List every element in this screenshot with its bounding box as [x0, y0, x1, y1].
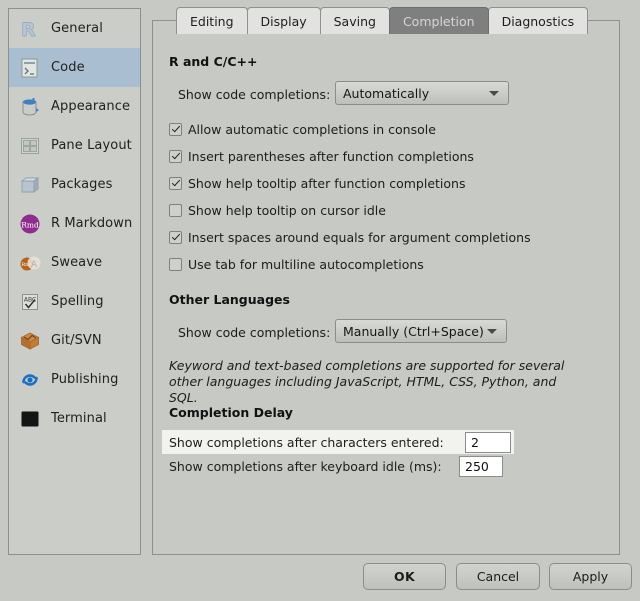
settings-tabstrip[interactable]: Editing Display Saving Completion Diagno… [176, 6, 589, 34]
other-languages-completions-label: Show code completions: [178, 325, 331, 340]
sweave-pdf-icon: Rnw A [18, 251, 42, 275]
paint-bucket-icon [18, 95, 42, 119]
tab-completion[interactable]: Completion [388, 7, 489, 34]
svg-text:Rmd: Rmd [21, 220, 39, 229]
tab-diagnostics[interactable]: Diagnostics [487, 7, 589, 34]
sidebar-item-label: Terminal [51, 411, 107, 426]
sidebar-item-label: Publishing [51, 372, 119, 387]
checkbox-label: Insert parentheses after function comple… [188, 149, 474, 164]
sidebar-item-label: Spelling [51, 294, 104, 309]
section-heading-other-languages: Other Languages [169, 292, 290, 307]
delay-chars-input[interactable] [465, 432, 511, 453]
preferences-content-panel: R and C/C++ Show code completions: Autom… [152, 20, 620, 555]
sidebar-item-label: General [51, 21, 103, 36]
sidebar-item-label: Packages [51, 177, 113, 192]
delay-idle-label: Show completions after keyboard idle (ms… [169, 459, 442, 474]
other-languages-completions-value: Manually (Ctrl+Space) [343, 323, 484, 339]
sidebar-item-code[interactable]: Code [9, 48, 140, 87]
section-heading-completion-delay: Completion Delay [169, 405, 293, 420]
checkbox-allow-automatic-completions-console[interactable]: Allow automatic completions in console [169, 122, 436, 137]
sidebar-item-appearance[interactable]: Appearance [9, 87, 140, 126]
checkbox-use-tab-multiline[interactable]: Use tab for multiline autocompletions [169, 257, 424, 272]
chevron-down-icon [489, 91, 499, 96]
cancel-button[interactable]: Cancel [456, 563, 540, 590]
checkbox-label: Allow automatic completions in console [188, 122, 436, 137]
dialog-footer: OK Cancel Apply [0, 563, 640, 601]
r-cpp-completions-label: Show code completions: [178, 87, 331, 102]
chevron-down-icon [487, 329, 497, 334]
checkbox-box[interactable] [169, 258, 182, 271]
svg-text:R: R [21, 19, 36, 41]
checkbox-box[interactable] [169, 204, 182, 217]
publishing-arrows-icon [18, 368, 42, 392]
svg-text:A: A [31, 260, 38, 270]
sidebar-item-label: Sweave [51, 255, 103, 270]
r-cpp-completions-select[interactable]: Automatically [335, 81, 509, 105]
tab-saving[interactable]: Saving [319, 7, 390, 34]
sidebar-item-terminal[interactable]: Terminal [9, 399, 140, 438]
sidebar-item-general[interactable]: R General [9, 9, 140, 48]
abc-check-icon: ABC [18, 290, 42, 314]
sidebar-item-pane-layout[interactable]: Pane Layout [9, 126, 140, 165]
code-document-icon [18, 56, 42, 80]
checkbox-help-tooltip-cursor-idle[interactable]: Show help tooltip on cursor idle [169, 203, 386, 218]
ok-button[interactable]: OK [363, 563, 446, 590]
package-box-icon [18, 173, 42, 197]
section-heading-r-cpp: R and C/C++ [169, 54, 258, 69]
checkbox-box[interactable] [169, 123, 182, 136]
sidebar-item-publishing[interactable]: Publishing [9, 360, 140, 399]
grid-panes-icon [18, 134, 42, 158]
sidebar-item-spelling[interactable]: ABC Spelling [9, 282, 140, 321]
other-languages-completions-select[interactable]: Manually (Ctrl+Space) [335, 319, 507, 343]
checkbox-insert-spaces-around-equals[interactable]: Insert spaces around equals for argument… [169, 230, 531, 245]
sidebar-item-label: Git/SVN [51, 333, 102, 348]
checkbox-box[interactable] [169, 150, 182, 163]
apply-button[interactable]: Apply [549, 563, 632, 590]
checkbox-box[interactable] [169, 231, 182, 244]
checkbox-box[interactable] [169, 177, 182, 190]
sidebar-item-label: Pane Layout [51, 138, 132, 153]
delay-idle-input[interactable] [459, 456, 503, 477]
checkbox-help-tooltip-after-function[interactable]: Show help tooltip after function complet… [169, 176, 465, 191]
other-languages-help-text: Keyword and text-based completions are s… [169, 358, 565, 405]
tab-editing[interactable]: Editing [176, 7, 248, 34]
checkbox-label: Show help tooltip on cursor idle [188, 203, 386, 218]
delay-chars-label: Show completions after characters entere… [169, 435, 444, 450]
r-cpp-completions-value: Automatically [343, 85, 430, 101]
preferences-sidebar[interactable]: R General Code Appearance Pane Layout Pa… [8, 8, 141, 555]
sidebar-item-label: Appearance [51, 99, 131, 114]
checkbox-insert-parentheses[interactable]: Insert parentheses after function comple… [169, 149, 474, 164]
checkbox-label: Show help tooltip after function complet… [188, 176, 466, 191]
r-logo-icon: R [18, 17, 42, 41]
terminal-square-icon [18, 407, 42, 431]
checkbox-label: Use tab for multiline autocompletions [188, 257, 424, 272]
tab-display[interactable]: Display [246, 7, 321, 34]
sidebar-item-r-markdown[interactable]: Rmd R Markdown [9, 204, 140, 243]
rmd-circle-icon: Rmd [18, 212, 42, 236]
sidebar-item-packages[interactable]: Packages [9, 165, 140, 204]
git-box-icon [18, 329, 42, 353]
sidebar-item-sweave[interactable]: Rnw A Sweave [9, 243, 140, 282]
sidebar-item-git-svn[interactable]: Git/SVN [9, 321, 140, 360]
sidebar-item-label: R Markdown [51, 216, 133, 231]
checkbox-label: Insert spaces around equals for argument… [188, 230, 531, 245]
sidebar-item-label: Code [51, 60, 85, 75]
